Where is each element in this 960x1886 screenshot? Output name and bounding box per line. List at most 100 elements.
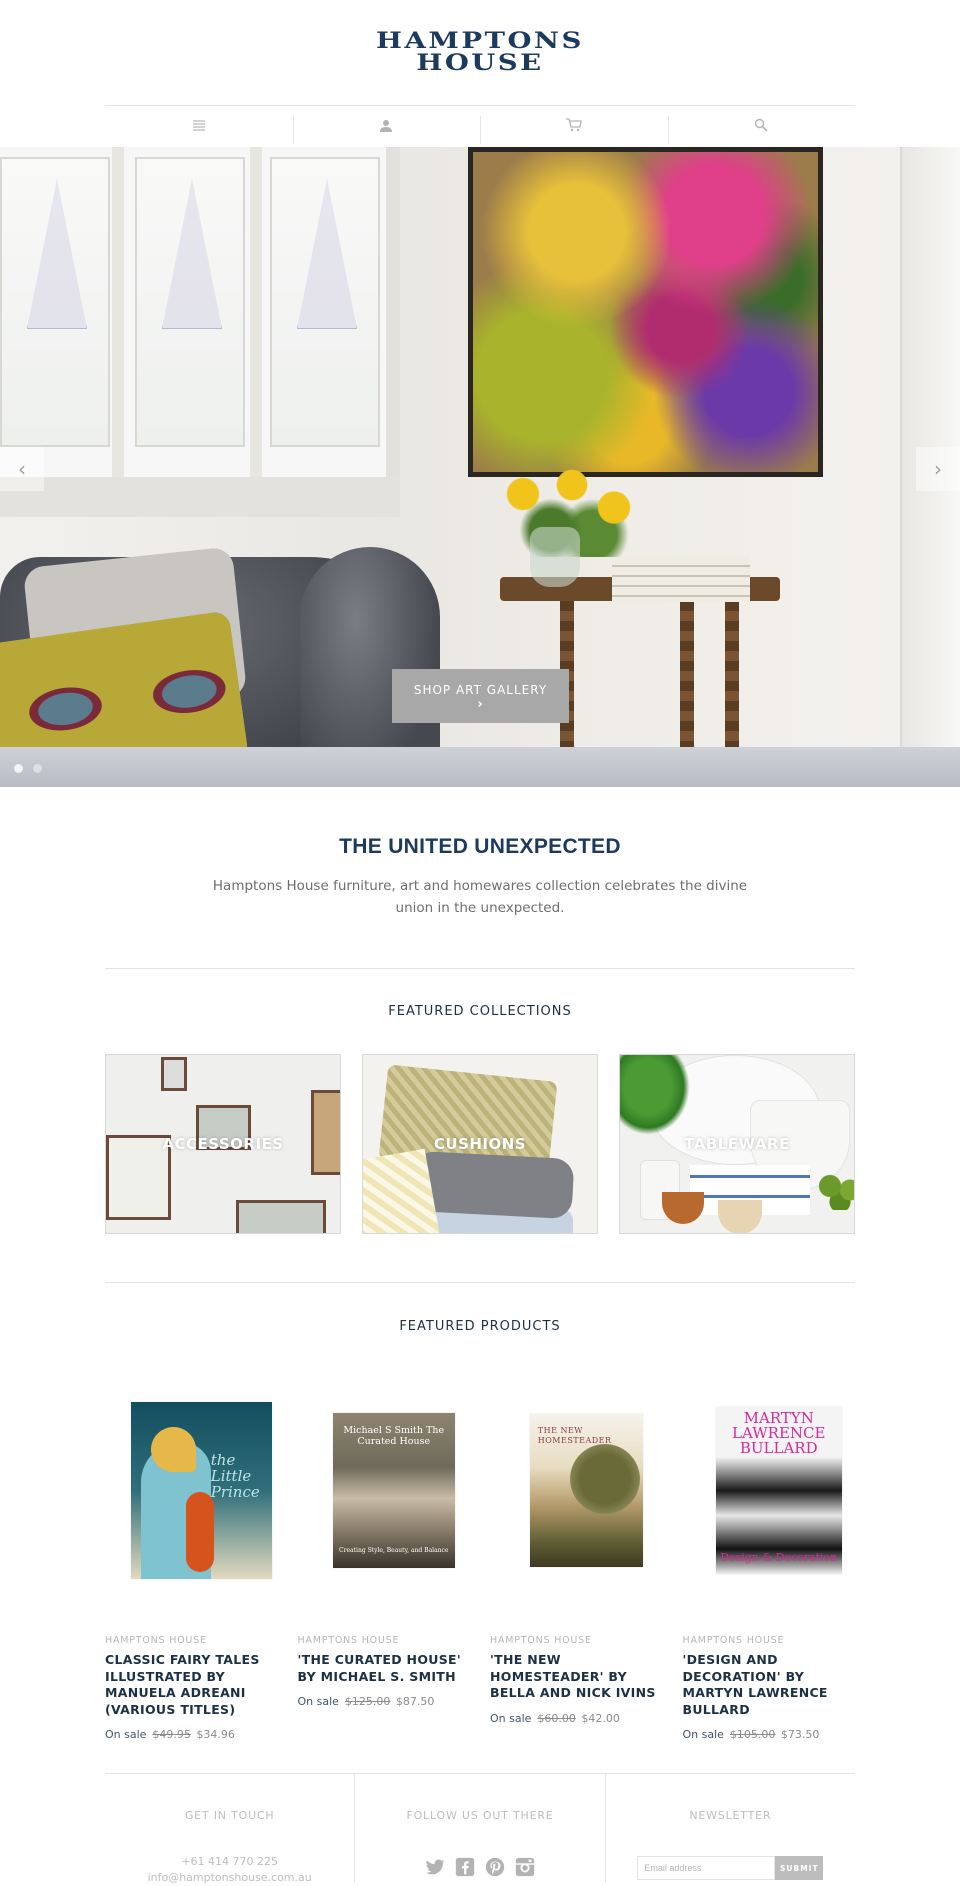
product-image-link[interactable]: the Little Prince bbox=[105, 1385, 298, 1595]
compare-price: $105.00 bbox=[729, 1728, 776, 1741]
chevron-right-icon: › bbox=[934, 457, 942, 481]
product-card: the Little Prince HAMPTONS HOUSE CLASSIC… bbox=[105, 1385, 298, 1741]
collection-label: CUSHIONS bbox=[433, 1135, 527, 1153]
product-image: Michael S Smith The Curated House Creati… bbox=[332, 1412, 455, 1568]
nav-menu-button[interactable] bbox=[105, 106, 293, 147]
product-price: On sale $125.00 $87.50 bbox=[298, 1695, 491, 1708]
product-vendor: HAMPTONS HOUSE bbox=[490, 1635, 592, 1646]
product-card: THE NEW HOMESTEADER HAMPTONS HOUSE 'THE … bbox=[490, 1385, 683, 1741]
sale-label: On sale bbox=[490, 1711, 532, 1725]
search-icon bbox=[753, 117, 769, 137]
book-cover-title: MARTYN LAWRENCE BULLARD bbox=[732, 1408, 826, 1457]
logo-line-2: HOUSE bbox=[416, 50, 544, 76]
footer-contact: GET IN TOUCH +61 414 770 225 info@hampto… bbox=[105, 1774, 354, 1886]
collection-image-olives bbox=[815, 1170, 854, 1210]
book-cover-title: Michael S Smith The Curated House bbox=[343, 1424, 445, 1447]
product-vendor: HAMPTONS HOUSE bbox=[297, 1635, 400, 1646]
intro-title: THE UNITED UNEXPECTED bbox=[339, 835, 621, 858]
cart-icon bbox=[565, 117, 583, 137]
chevron-left-icon: ‹ bbox=[18, 457, 26, 481]
product-title-link[interactable]: 'THE NEW HOMESTEADER' BY BELLA AND NICK … bbox=[490, 1652, 683, 1702]
site-footer: GET IN TOUCH +61 414 770 225 info@hampto… bbox=[105, 1773, 855, 1886]
featured-products-title: FEATURED PRODUCTS bbox=[399, 1319, 561, 1334]
shop-art-gallery-button[interactable]: SHOP ART GALLERY › bbox=[392, 669, 569, 723]
nav-search-button[interactable] bbox=[667, 106, 856, 147]
menu-icon bbox=[191, 117, 207, 137]
newsletter-form: SUBMIT bbox=[606, 1856, 855, 1880]
product-image: THE NEW HOMESTEADER bbox=[529, 1413, 643, 1567]
nav-account-button[interactable] bbox=[292, 106, 481, 147]
product-price: On sale $49.95 $34.96 bbox=[105, 1728, 298, 1741]
product-vendor: HAMPTONS HOUSE bbox=[105, 1635, 207, 1646]
product-title-link[interactable]: 'THE CURATED HOUSE' BY MICHAEL S. SMITH bbox=[298, 1652, 491, 1685]
collection-image-frame bbox=[161, 1057, 187, 1091]
sale-price: $87.50 bbox=[395, 1695, 435, 1708]
newsletter-email-input[interactable] bbox=[637, 1856, 776, 1880]
logo-line-1: HAMPTONS bbox=[376, 28, 584, 54]
cta-label: SHOP ART GALLERY bbox=[413, 683, 548, 697]
book-cover-subtitle: Design & Decoration bbox=[720, 1550, 838, 1564]
sale-label: On sale bbox=[297, 1695, 339, 1708]
collection-image-basil bbox=[620, 1055, 690, 1135]
book-cover-title: THE NEW HOMESTEADER bbox=[537, 1425, 612, 1445]
products-grid: the Little Prince HAMPTONS HOUSE CLASSIC… bbox=[105, 1385, 875, 1741]
sale-price: $34.96 bbox=[196, 1728, 235, 1741]
collection-accessories[interactable]: ACCESSORIES bbox=[105, 1054, 341, 1234]
product-price: On sale $60.00 $42.00 bbox=[490, 1712, 683, 1725]
product-image-link[interactable]: THE NEW HOMESTEADER bbox=[490, 1385, 683, 1595]
site-logo[interactable]: HAMPTONS HOUSE bbox=[0, 30, 960, 74]
sale-label: On sale bbox=[682, 1728, 724, 1741]
footer-social-title: FOLLOW US OUT THERE bbox=[406, 1809, 554, 1822]
featured-collections-title: FEATURED COLLECTIONS bbox=[388, 1004, 572, 1019]
main-nav bbox=[105, 105, 855, 147]
compare-price: $125.00 bbox=[344, 1695, 391, 1708]
chevron-right-icon: › bbox=[477, 697, 484, 712]
sale-label: On sale bbox=[105, 1728, 147, 1741]
compare-price: $60.00 bbox=[537, 1711, 576, 1725]
collection-image-cup bbox=[718, 1200, 762, 1233]
product-title-link[interactable]: 'DESIGN AND DECORATION' BY MARTYN LAWREN… bbox=[683, 1652, 876, 1718]
hero-image-floor bbox=[0, 747, 960, 787]
collection-label: ACCESSORIES bbox=[162, 1135, 284, 1153]
nav-cart-button[interactable] bbox=[480, 106, 668, 147]
footer-phone-link[interactable]: +61 414 770 225 bbox=[105, 1854, 354, 1870]
product-vendor: HAMPTONS HOUSE bbox=[682, 1635, 785, 1646]
product-card: Michael S Smith The Curated House Creati… bbox=[298, 1385, 491, 1741]
collection-tableware[interactable]: TABLEWARE bbox=[619, 1054, 855, 1234]
collections-grid: ACCESSORIES CUSHIONS TABLEWARE bbox=[105, 1054, 855, 1234]
intro-text: Hamptons House furniture, art and homewa… bbox=[212, 878, 748, 916]
footer-email-link[interactable]: info@hamptonshouse.com.au bbox=[105, 1870, 354, 1886]
slide-dot-1[interactable] bbox=[14, 764, 23, 773]
account-icon bbox=[378, 117, 394, 137]
footer-newsletter: NEWSLETTER SUBMIT bbox=[604, 1774, 855, 1883]
collection-image-cushion bbox=[411, 1150, 575, 1220]
sale-price: $42.00 bbox=[581, 1711, 620, 1725]
footer-contact-title: GET IN TOUCH bbox=[184, 1809, 275, 1822]
hero-image-sill bbox=[0, 477, 400, 517]
book-cover-subtitle: Creating Style, Beauty, and Balance bbox=[339, 1546, 449, 1554]
collection-image-frame bbox=[311, 1090, 340, 1175]
section-divider bbox=[105, 968, 855, 969]
footer-newsletter-title: NEWSLETTER bbox=[689, 1809, 772, 1822]
hero-slideshow: ‹ › SHOP ART GALLERY › bbox=[0, 147, 960, 787]
product-image-link[interactable]: MARTYN LAWRENCE BULLARD Design & Decorat… bbox=[683, 1385, 876, 1595]
product-image-link[interactable]: Michael S Smith The Curated House Creati… bbox=[298, 1385, 491, 1595]
hero-image-books bbox=[612, 557, 750, 602]
slideshow-dots bbox=[14, 764, 42, 773]
product-image: MARTYN LAWRENCE BULLARD Design & Decorat… bbox=[715, 1406, 842, 1574]
slideshow-next-button[interactable]: › bbox=[916, 447, 960, 491]
product-card: MARTYN LAWRENCE BULLARD Design & Decorat… bbox=[683, 1385, 876, 1741]
hero-image-painting bbox=[468, 147, 823, 477]
collection-label: TABLEWARE bbox=[684, 1135, 790, 1153]
slide-dot-2[interactable] bbox=[33, 764, 42, 773]
product-title-link[interactable]: CLASSIC FAIRY TALES ILLUSTRATED BY MANUE… bbox=[105, 1652, 298, 1718]
sale-price: $73.50 bbox=[780, 1728, 820, 1741]
newsletter-submit-button[interactable]: SUBMIT bbox=[775, 1856, 824, 1880]
hero-image-vase bbox=[530, 527, 580, 587]
collection-image-frame bbox=[236, 1200, 326, 1233]
hero-image-window bbox=[0, 147, 400, 477]
section-divider bbox=[105, 1282, 855, 1283]
slideshow-prev-button[interactable]: ‹ bbox=[0, 447, 44, 491]
collection-cushions[interactable]: CUSHIONS bbox=[362, 1054, 598, 1234]
compare-price: $49.95 bbox=[152, 1728, 191, 1741]
